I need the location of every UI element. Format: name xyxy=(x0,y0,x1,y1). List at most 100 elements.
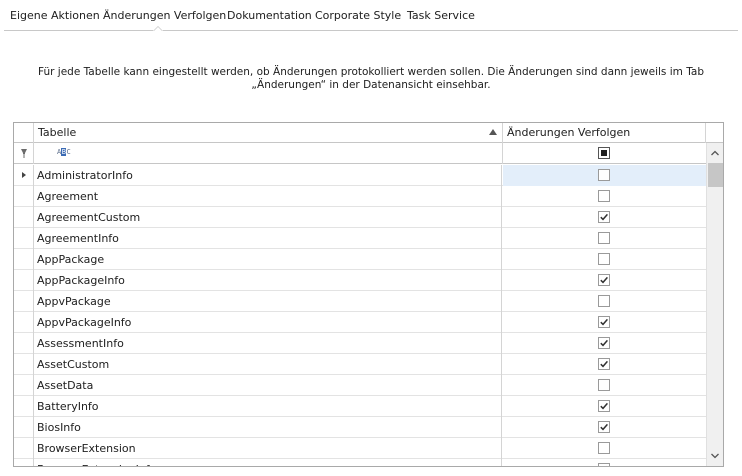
table-row[interactable]: BatteryInfo xyxy=(14,396,706,417)
tab-corporate-style[interactable]: Corporate Style xyxy=(315,9,401,25)
track-changes-cell[interactable] xyxy=(503,312,706,333)
row-indicator[interactable] xyxy=(14,165,34,186)
table-row[interactable]: AssetCustom xyxy=(14,354,706,375)
table-name-cell[interactable]: BatteryInfo xyxy=(34,396,502,417)
column-header-aenderungen-verfolgen[interactable]: Änderungen Verfolgen xyxy=(503,123,706,143)
filter-checkbox-indeterminate[interactable] xyxy=(598,147,610,159)
table-name-cell[interactable]: AppvPackage xyxy=(34,291,502,312)
scroll-up-chevron-icon[interactable] xyxy=(707,145,723,161)
table-name-cell[interactable]: Agreement xyxy=(34,186,502,207)
track-changes-checkbox[interactable] xyxy=(598,169,610,181)
table-row[interactable]: BiosInfo xyxy=(14,417,706,438)
row-indicator[interactable] xyxy=(14,270,34,291)
table-row[interactable]: AssetData xyxy=(14,375,706,396)
row-indicator[interactable] xyxy=(14,291,34,312)
row-indicator[interactable] xyxy=(14,207,34,228)
table-row[interactable]: AdministratorInfo xyxy=(14,165,706,186)
table-name-cell[interactable]: AdministratorInfo xyxy=(34,165,502,186)
column-header-tabelle[interactable]: Tabelle xyxy=(34,123,503,143)
track-changes-cell[interactable] xyxy=(503,228,706,249)
row-indicator[interactable] xyxy=(14,459,34,466)
table-row[interactable]: AppvPackage xyxy=(14,291,706,312)
description-text: Für jede Tabelle kann eingestellt werden… xyxy=(38,66,704,91)
track-changes-checkbox-checked[interactable] xyxy=(598,421,610,433)
track-changes-cell[interactable] xyxy=(503,396,706,417)
track-changes-cell[interactable] xyxy=(503,417,706,438)
grid-rows: AdministratorInfo Agreement AgreementCusto… xyxy=(14,165,706,466)
track-changes-cell[interactable] xyxy=(503,354,706,375)
table-row[interactable]: AppPackageInfo xyxy=(14,270,706,291)
track-changes-checkbox-checked[interactable] xyxy=(598,400,610,412)
track-changes-cell[interactable] xyxy=(503,333,706,354)
track-changes-checkbox[interactable] xyxy=(598,190,610,202)
track-changes-checkbox[interactable] xyxy=(598,442,610,454)
track-changes-cell[interactable] xyxy=(503,438,706,459)
checkmark-icon xyxy=(606,465,607,466)
track-changes-checkbox-checked[interactable] xyxy=(598,358,610,370)
table-row[interactable]: AgreementInfo xyxy=(14,228,706,249)
table-row[interactable]: AppPackage xyxy=(14,249,706,270)
grid-header: Tabelle Änderungen Verfolgen xyxy=(14,123,723,143)
track-changes-cell[interactable] xyxy=(503,207,706,228)
track-changes-checkbox[interactable] xyxy=(598,232,610,244)
table-row[interactable]: Agreement xyxy=(14,186,706,207)
track-changes-checkbox-checked[interactable] xyxy=(598,337,610,349)
filter-operator-contains-icon[interactable]: ABC xyxy=(57,148,71,156)
auto-filter-row: ABC xyxy=(14,143,723,164)
table-row[interactable]: AgreementCustom xyxy=(14,207,706,228)
track-changes-cell[interactable] xyxy=(503,186,706,207)
table-name-cell[interactable]: BrowserExtension xyxy=(34,438,502,459)
checkmark-icon xyxy=(600,339,608,347)
scroll-down-chevron-icon[interactable] xyxy=(707,448,723,464)
tab-task-service[interactable]: Task Service xyxy=(407,9,475,25)
table-row[interactable]: BrowserExtension xyxy=(14,438,706,459)
table-name-cell[interactable]: AgreementInfo xyxy=(34,228,502,249)
track-changes-checkbox-checked[interactable] xyxy=(598,211,610,223)
track-changes-checkbox[interactable] xyxy=(598,253,610,265)
table-name-cell[interactable]: AssessmentInfo xyxy=(34,333,502,354)
table-name-cell[interactable]: AppPackage xyxy=(34,249,502,270)
scrollbar-thumb[interactable] xyxy=(708,163,723,187)
filter-cell-tabelle[interactable]: ABC xyxy=(34,143,503,164)
tab-strip-divider-right xyxy=(163,30,738,31)
row-indicator[interactable] xyxy=(14,333,34,354)
row-indicator[interactable] xyxy=(14,396,34,417)
row-indicator[interactable] xyxy=(14,249,34,270)
table-name-cell[interactable]: AppPackageInfo xyxy=(34,270,502,291)
track-changes-cell[interactable] xyxy=(503,375,706,396)
track-changes-checkbox-checked[interactable] xyxy=(598,274,610,286)
track-changes-checkbox[interactable] xyxy=(598,295,610,307)
row-indicator[interactable] xyxy=(14,417,34,438)
track-changes-checkbox[interactable] xyxy=(598,379,610,391)
tab-strip-divider-left xyxy=(4,30,153,31)
row-indicator[interactable] xyxy=(14,438,34,459)
table-name-cell[interactable]: AssetCustom xyxy=(34,354,502,375)
tab-aenderungen-verfolgen[interactable]: Änderungen Verfolgen xyxy=(103,9,226,25)
tab-dokumentation[interactable]: Dokumentation xyxy=(227,9,312,25)
row-indicator[interactable] xyxy=(14,354,34,375)
track-changes-cell[interactable] xyxy=(503,165,706,186)
funnel-pin-icon xyxy=(21,149,27,158)
track-changes-cell[interactable] xyxy=(503,270,706,291)
row-indicator[interactable] xyxy=(14,312,34,333)
track-changes-checkbox-checked[interactable] xyxy=(598,316,610,328)
track-changes-cell[interactable] xyxy=(503,459,706,466)
table-row[interactable]: AssessmentInfo xyxy=(14,333,706,354)
table-row[interactable]: AppvPackageInfo xyxy=(14,312,706,333)
table-name-cell[interactable]: AgreementCustom xyxy=(34,207,502,228)
row-indicator[interactable] xyxy=(14,228,34,249)
table-name-cell[interactable]: AppvPackageInfo xyxy=(34,312,502,333)
track-changes-checkbox-checked[interactable] xyxy=(598,463,610,466)
track-changes-cell[interactable] xyxy=(503,291,706,312)
checkmark-icon xyxy=(600,423,608,431)
table-row[interactable]: BrowserExtensionInfo xyxy=(14,459,706,466)
tab-eigene-aktionen[interactable]: Eigene Aktionen xyxy=(10,9,100,25)
table-name-cell[interactable]: BiosInfo xyxy=(34,417,502,438)
vertical-scrollbar[interactable] xyxy=(706,143,723,466)
current-row-arrow-icon xyxy=(22,172,26,178)
row-indicator[interactable] xyxy=(14,375,34,396)
row-indicator[interactable] xyxy=(14,186,34,207)
table-name-cell[interactable]: AssetData xyxy=(34,375,502,396)
table-name-cell[interactable]: BrowserExtensionInfo xyxy=(34,459,502,466)
track-changes-cell[interactable] xyxy=(503,249,706,270)
